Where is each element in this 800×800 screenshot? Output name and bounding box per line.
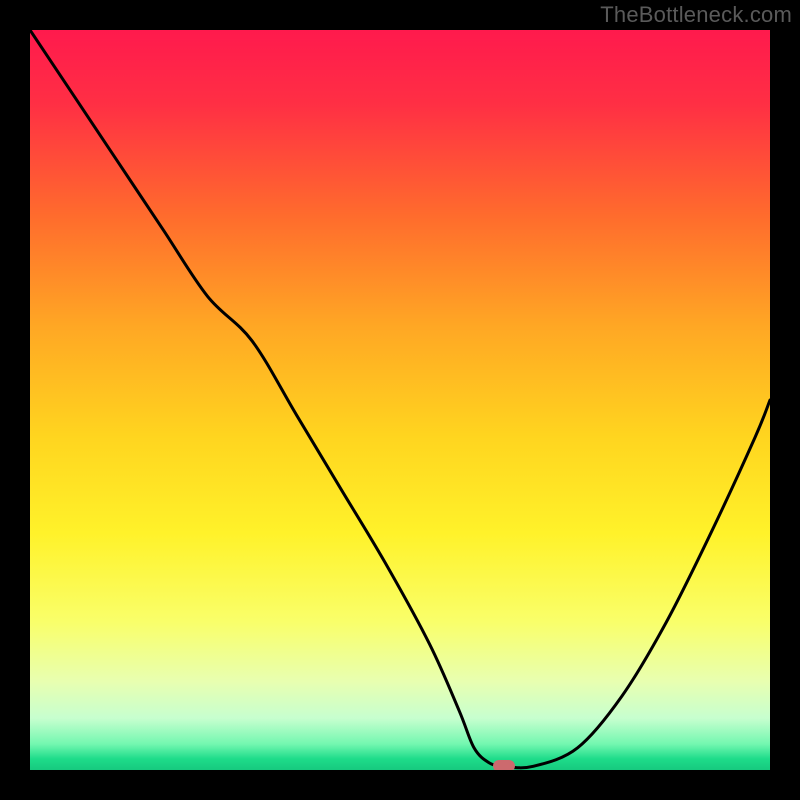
- chart-frame: TheBottleneck.com: [0, 0, 800, 800]
- plot-area: [30, 30, 770, 770]
- optimal-marker: [493, 760, 515, 770]
- chart-svg: [30, 30, 770, 770]
- gradient-background: [30, 30, 770, 770]
- watermark-text: TheBottleneck.com: [600, 2, 792, 28]
